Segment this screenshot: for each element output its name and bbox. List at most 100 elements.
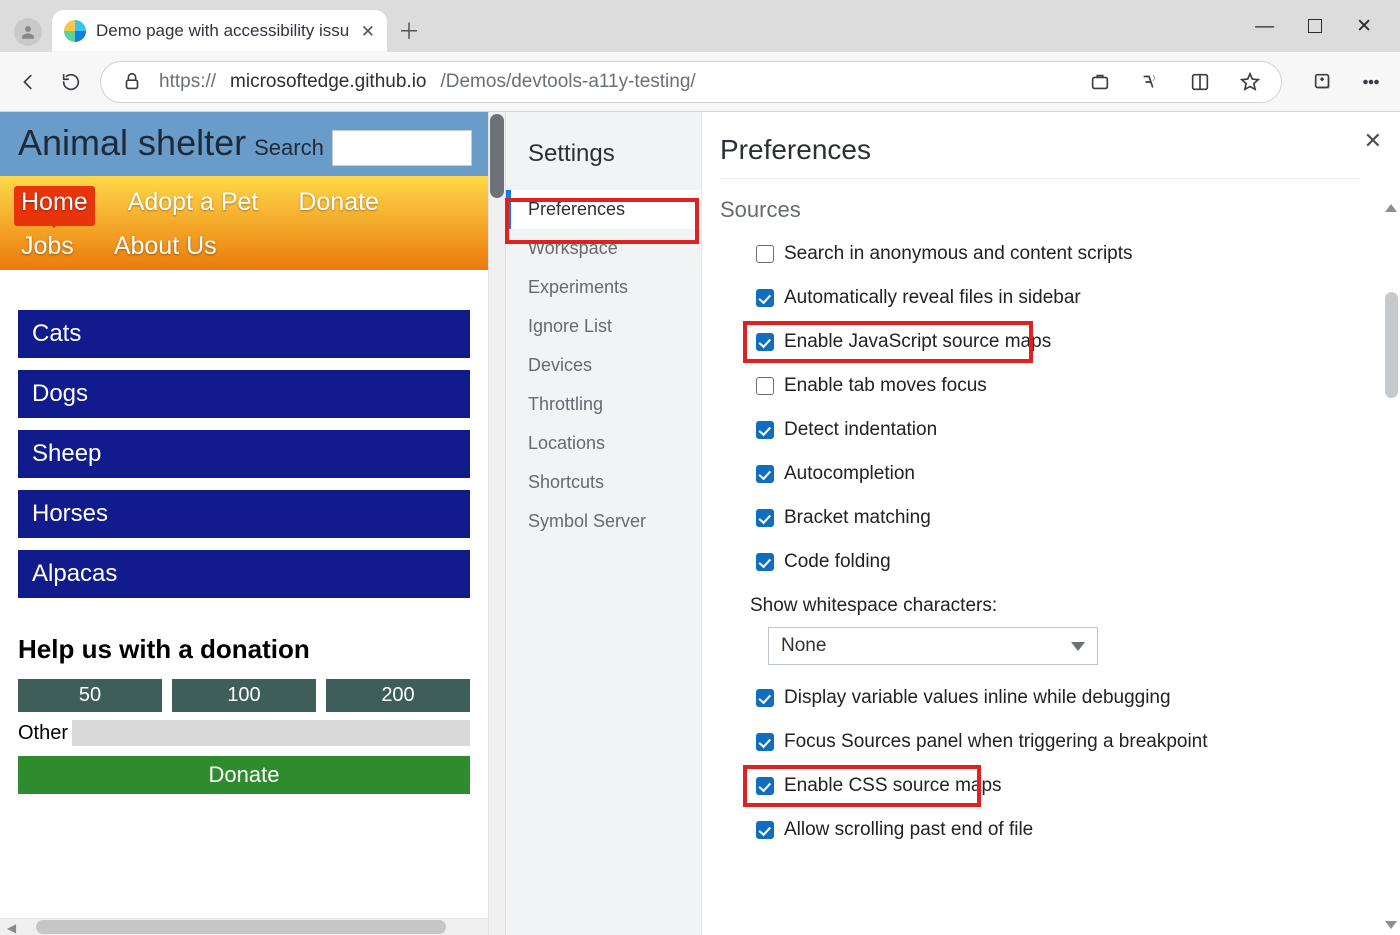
settings-cat-throttling[interactable]: Throttling: [506, 385, 701, 424]
nav-adopt-a-pet[interactable]: Adopt a Pet: [121, 186, 266, 226]
pref-label: Allow scrolling past end of file: [784, 819, 1033, 841]
devtools-panel: Settings PreferencesWorkspaceExperiments…: [505, 112, 1400, 935]
collections-icon[interactable]: [1310, 69, 1336, 95]
maximize-button[interactable]: [1308, 19, 1322, 33]
checkbox-icon[interactable]: [756, 245, 774, 263]
pref-option[interactable]: Enable tab moves focus: [756, 375, 1360, 397]
lock-icon: [119, 69, 145, 95]
settings-cat-devices[interactable]: Devices: [506, 346, 701, 385]
pref-option[interactable]: Autocompletion: [756, 463, 1360, 485]
reader-icon[interactable]: [1187, 69, 1213, 95]
settings-cat-ignore-list[interactable]: Ignore List: [506, 307, 701, 346]
nav-home[interactable]: Home: [14, 186, 95, 226]
page-vertical-scrollbar[interactable]: [488, 112, 505, 935]
pref-option[interactable]: Bracket matching: [756, 507, 1360, 529]
pref-option[interactable]: Code folding: [756, 551, 1360, 573]
nav-about-us[interactable]: About Us: [107, 230, 224, 270]
whitespace-select[interactable]: None: [768, 627, 1098, 665]
donation-50[interactable]: 50: [18, 679, 162, 712]
checkbox-icon[interactable]: [756, 777, 774, 795]
minimize-button[interactable]: —: [1255, 17, 1274, 36]
settings-title: Settings: [528, 140, 701, 168]
settings-cat-locations[interactable]: Locations: [506, 424, 701, 463]
nav-donate[interactable]: Donate: [291, 186, 386, 226]
donate-button[interactable]: Donate: [18, 756, 470, 794]
titlebar: Demo page with accessibility issu ✕ ＋ — …: [0, 0, 1400, 52]
settings-close-button[interactable]: ✕: [1364, 128, 1382, 154]
checkbox-icon[interactable]: [756, 509, 774, 527]
pref-option[interactable]: Display variable values inline while deb…: [756, 687, 1360, 709]
checkbox-icon[interactable]: [756, 333, 774, 351]
donation-heading: Help us with a donation: [18, 634, 470, 665]
checkbox-icon[interactable]: [756, 733, 774, 751]
checkbox-icon[interactable]: [756, 689, 774, 707]
shopping-icon[interactable]: [1087, 69, 1113, 95]
settings-cat-workspace[interactable]: Workspace: [506, 229, 701, 268]
category-horses[interactable]: Horses: [18, 490, 470, 538]
pref-option[interactable]: Automatically reveal files in sidebar: [756, 287, 1360, 309]
refresh-button[interactable]: [58, 69, 84, 95]
other-amount-row: Other: [0, 712, 488, 746]
category-list: Cats Dogs Sheep Horses Alpacas: [0, 270, 488, 608]
pref-label: Detect indentation: [784, 419, 937, 441]
profile-avatar[interactable]: [14, 18, 42, 46]
settings-scrollbar[interactable]: [1382, 112, 1400, 935]
checkbox-icon[interactable]: [756, 377, 774, 395]
read-aloud-icon[interactable]: ): [1137, 69, 1163, 95]
new-tab-button[interactable]: ＋: [387, 8, 431, 52]
rendered-page: Animal shelter Search HomeAdopt a PetDon…: [0, 112, 505, 935]
pref-option[interactable]: Search in anonymous and content scripts: [756, 243, 1360, 265]
pref-label: Autocompletion: [784, 463, 915, 485]
pref-option[interactable]: Allow scrolling past end of file: [756, 819, 1360, 841]
category-sheep[interactable]: Sheep: [18, 430, 470, 478]
category-dogs[interactable]: Dogs: [18, 370, 470, 418]
donation-amounts: 50 100 200: [0, 679, 488, 712]
window-close-button[interactable]: ✕: [1356, 17, 1372, 36]
tab-title: Demo page with accessibility issu: [96, 21, 351, 41]
search-input[interactable]: [332, 130, 472, 166]
other-amount-input[interactable]: [72, 720, 470, 746]
tab-close-icon[interactable]: ✕: [361, 23, 375, 40]
back-button[interactable]: [16, 69, 42, 95]
content-area: Animal shelter Search HomeAdopt a PetDon…: [0, 112, 1400, 935]
pref-label: Focus Sources panel when triggering a br…: [784, 731, 1208, 753]
nav-jobs[interactable]: Jobs: [14, 230, 81, 270]
url-path: /Demos/devtools-a11y-testing/: [440, 71, 695, 93]
checkbox-icon[interactable]: [756, 465, 774, 483]
category-cats[interactable]: Cats: [18, 310, 470, 358]
category-alpacas[interactable]: Alpacas: [18, 550, 470, 598]
checkbox-icon[interactable]: [756, 553, 774, 571]
settings-cat-experiments[interactable]: Experiments: [506, 268, 701, 307]
settings-main: ✕ Preferences Sources Search in anonymou…: [702, 112, 1400, 935]
pref-option[interactable]: Focus Sources panel when triggering a br…: [756, 731, 1360, 753]
pref-option[interactable]: Detect indentation: [756, 419, 1360, 441]
favorite-icon[interactable]: [1237, 69, 1263, 95]
menu-button[interactable]: [1358, 69, 1384, 95]
pref-label: Enable JavaScript source maps: [784, 331, 1051, 353]
other-label: Other: [18, 722, 68, 745]
chevron-down-icon: [1071, 642, 1085, 651]
url-host: microsoftedge.github.io: [230, 71, 426, 93]
checkbox-icon[interactable]: [756, 821, 774, 839]
settings-cat-shortcuts[interactable]: Shortcuts: [506, 463, 701, 502]
main-nav: Home Adopt a Pet Donate Jobs About Us: [0, 176, 488, 270]
whitespace-label: Show whitespace characters:: [750, 595, 1360, 617]
settings-sidebar: Settings PreferencesWorkspaceExperiments…: [506, 112, 702, 935]
page-horizontal-scrollbar[interactable]: ◀: [0, 918, 488, 935]
window-controls: — ✕: [1255, 0, 1394, 52]
settings-cat-preferences[interactable]: Preferences: [506, 190, 701, 229]
browser-tab[interactable]: Demo page with accessibility issu ✕: [52, 10, 387, 52]
pref-option[interactable]: Enable CSS source maps: [756, 775, 1360, 797]
checkbox-icon[interactable]: [756, 421, 774, 439]
donation-200[interactable]: 200: [326, 679, 470, 712]
pref-option[interactable]: Enable JavaScript source maps: [756, 331, 1360, 353]
pref-label: Enable tab moves focus: [784, 375, 987, 397]
svg-text:): ): [1153, 74, 1155, 81]
omnibox[interactable]: https://microsoftedge.github.io/Demos/de…: [100, 61, 1282, 103]
pref-label: Display variable values inline while deb…: [784, 687, 1171, 709]
donation-100[interactable]: 100: [172, 679, 316, 712]
settings-cat-symbol-server[interactable]: Symbol Server: [506, 502, 701, 541]
checkbox-icon[interactable]: [756, 289, 774, 307]
pref-label: Code folding: [784, 551, 891, 573]
address-bar: https://microsoftedge.github.io/Demos/de…: [0, 52, 1400, 112]
